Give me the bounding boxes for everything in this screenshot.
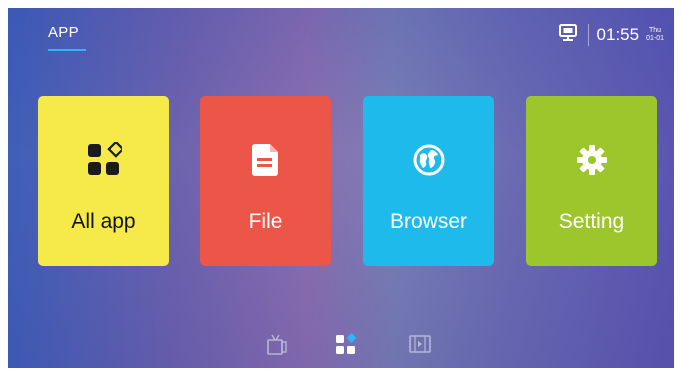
screen-cast-icon[interactable] — [558, 23, 578, 48]
apps-grid-icon[interactable] — [333, 332, 359, 358]
status-bar: 01:55 Thu 01-01 — [558, 22, 664, 48]
active-tab-indicator — [48, 49, 86, 51]
document-icon — [248, 142, 284, 178]
all-app-tile[interactable]: All app — [38, 96, 169, 266]
media-player-icon[interactable] — [407, 332, 433, 358]
clock-time: 01:55 — [596, 25, 640, 44]
setting-label: Setting — [558, 210, 625, 233]
all-app-label: All app — [71, 210, 136, 233]
setting-tile[interactable]: Setting — [526, 96, 657, 266]
file-label: File — [248, 210, 283, 233]
file-tile[interactable]: File — [200, 96, 331, 266]
clock-day: Thu — [649, 27, 662, 34]
tab-app[interactable]: APP — [48, 24, 79, 41]
apps-grid-icon — [86, 140, 125, 178]
clock-date: Thu 01-01 — [646, 27, 664, 43]
browser-tile[interactable]: Browser — [363, 96, 494, 266]
app-launcher-screen: APP 01:55 Thu 01-01 All app File Browser… — [8, 8, 674, 368]
tv-icon[interactable] — [264, 332, 290, 358]
app-tiles: All app File Browser Setting — [38, 96, 658, 268]
browser-label: Browser — [389, 210, 468, 233]
gear-icon — [574, 142, 610, 178]
clock-date-value: 01-01 — [646, 35, 664, 42]
globe-icon — [411, 142, 447, 178]
bottom-dock — [8, 332, 674, 362]
status-divider — [587, 24, 589, 46]
